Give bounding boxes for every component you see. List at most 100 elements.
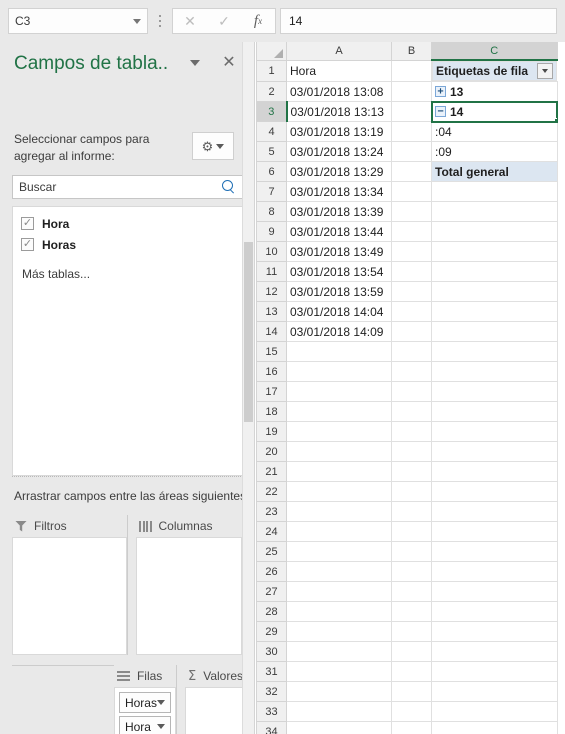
field-pill-horas[interactable]: Horas [118, 692, 171, 713]
row-header[interactable]: 29 [256, 621, 287, 642]
field-item-hora[interactable]: ✓ Hora [13, 213, 242, 234]
cell-a22[interactable] [286, 481, 392, 502]
row-header[interactable]: 15 [256, 341, 287, 362]
zone-body-filas[interactable]: Horas Hora [113, 687, 176, 734]
cell-c8[interactable] [431, 201, 558, 222]
cell-b34[interactable] [391, 721, 432, 734]
cell-a14[interactable]: 03/01/2018 14:09 [286, 321, 392, 342]
cell-a30[interactable] [286, 641, 392, 662]
zone-filas[interactable]: Filas Horas Hora [113, 665, 176, 734]
cell-c16[interactable] [431, 361, 558, 382]
formula-input[interactable]: 14 [280, 8, 557, 34]
cell-b26[interactable] [391, 561, 432, 582]
cell-a23[interactable] [286, 501, 392, 522]
row-header[interactable]: 21 [256, 461, 287, 482]
row-header[interactable]: 9 [256, 221, 287, 242]
cell-c22[interactable] [431, 481, 558, 502]
row-header[interactable]: 27 [256, 581, 287, 602]
cancel-icon[interactable]: ✕ [173, 9, 207, 33]
row-header[interactable]: 12 [256, 281, 287, 302]
chevron-down-icon[interactable] [133, 18, 141, 24]
cell-c3[interactable]: −14 [430, 100, 558, 123]
row-header[interactable]: 10 [256, 241, 287, 262]
close-icon[interactable]: ✕ [218, 52, 240, 74]
row-header[interactable]: 16 [256, 361, 287, 382]
cell-b19[interactable] [391, 421, 432, 442]
column-header-a[interactable]: A [286, 42, 392, 61]
row-header[interactable]: 8 [256, 201, 287, 222]
cell-c30[interactable] [431, 641, 558, 662]
cell-c12[interactable] [431, 281, 558, 302]
expand-icon[interactable]: + [435, 86, 446, 97]
cell-b17[interactable] [391, 381, 432, 402]
cell-c15[interactable] [431, 341, 558, 362]
row-header[interactable]: 34 [256, 721, 287, 734]
cell-c33[interactable] [431, 701, 558, 722]
cell-c32[interactable] [431, 681, 558, 702]
cell-a19[interactable] [286, 421, 392, 442]
cell-c21[interactable] [431, 461, 558, 482]
cell-b5[interactable] [391, 141, 432, 162]
cell-b30[interactable] [391, 641, 432, 662]
cell-b15[interactable] [391, 341, 432, 362]
row-header[interactable]: 18 [256, 401, 287, 422]
cell-b27[interactable] [391, 581, 432, 602]
cell-b24[interactable] [391, 521, 432, 542]
cell-b29[interactable] [391, 621, 432, 642]
row-header[interactable]: 30 [256, 641, 287, 662]
cell-b3[interactable] [391, 101, 432, 122]
cell-a16[interactable] [286, 361, 392, 382]
chevron-down-icon[interactable] [190, 60, 200, 66]
row-header[interactable]: 4 [256, 121, 287, 142]
zone-columnas[interactable]: Columnas [127, 515, 242, 655]
cell-c18[interactable] [431, 401, 558, 422]
filter-dropdown-button[interactable] [537, 63, 553, 79]
row-header[interactable]: 11 [256, 261, 287, 282]
checkbox-icon[interactable]: ✓ [21, 238, 34, 251]
cell-b10[interactable] [391, 241, 432, 262]
row-header[interactable]: 5 [256, 141, 287, 162]
cell-b12[interactable] [391, 281, 432, 302]
zone-body-columnas[interactable] [136, 537, 242, 655]
cell-a1[interactable]: Hora [286, 59, 392, 82]
cell-c10[interactable] [431, 241, 558, 262]
row-header[interactable]: 25 [256, 541, 287, 562]
cell-c23[interactable] [431, 501, 558, 522]
cell-b16[interactable] [391, 361, 432, 382]
pane-scrollbar[interactable] [242, 42, 254, 734]
zone-body-filtros[interactable] [12, 537, 127, 655]
cell-a4[interactable]: 03/01/2018 13:19 [286, 121, 392, 142]
cell-a17[interactable] [286, 381, 392, 402]
cell-b9[interactable] [391, 221, 432, 242]
row-header[interactable]: 20 [256, 441, 287, 462]
chevron-down-icon[interactable] [156, 724, 165, 729]
cell-c20[interactable] [431, 441, 558, 462]
row-header[interactable]: 2 [256, 81, 287, 102]
cell-b2[interactable] [391, 81, 432, 102]
cell-a31[interactable] [286, 661, 392, 682]
cell-a26[interactable] [286, 561, 392, 582]
cell-c2[interactable]: +13 [431, 81, 558, 102]
row-header[interactable]: 6 [256, 161, 287, 182]
cell-b14[interactable] [391, 321, 432, 342]
cell-b1[interactable] [391, 59, 432, 82]
cell-a29[interactable] [286, 621, 392, 642]
cell-b7[interactable] [391, 181, 432, 202]
field-item-horas[interactable]: ✓ Horas [13, 234, 242, 255]
cell-c29[interactable] [431, 621, 558, 642]
cell-b22[interactable] [391, 481, 432, 502]
cell-a12[interactable]: 03/01/2018 13:59 [286, 281, 392, 302]
cell-a5[interactable]: 03/01/2018 13:24 [286, 141, 392, 162]
zone-valores[interactable]: Σ Valores [175, 665, 243, 734]
cell-a20[interactable] [286, 441, 392, 462]
cell-c1[interactable]: Etiquetas de fila [432, 61, 557, 81]
cell-b28[interactable] [391, 601, 432, 622]
cell-a11[interactable]: 03/01/2018 13:54 [286, 261, 392, 282]
row-header[interactable]: 17 [256, 381, 287, 402]
cell-a24[interactable] [286, 521, 392, 542]
cell-a25[interactable] [286, 541, 392, 562]
cell-b20[interactable] [391, 441, 432, 462]
name-box[interactable]: C3 [8, 8, 148, 34]
cell-b25[interactable] [391, 541, 432, 562]
row-header[interactable]: 1 [256, 59, 287, 82]
